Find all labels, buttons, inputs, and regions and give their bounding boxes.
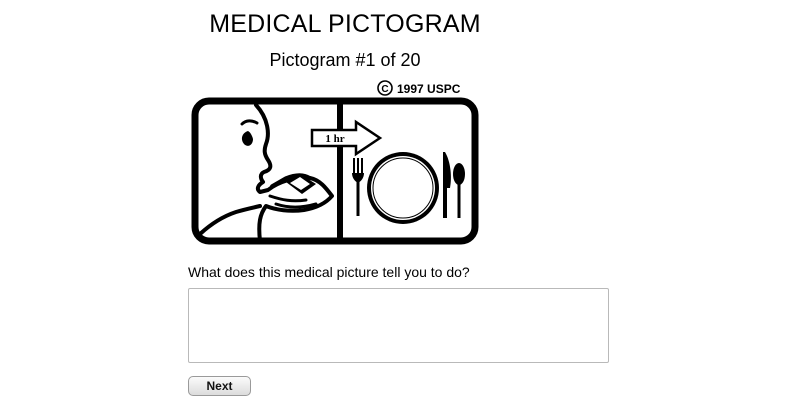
- pictogram-image: C 1997 USPC 1 hr: [191, 80, 479, 245]
- copyright-text: 1997 USPC: [397, 82, 461, 96]
- meal-place-setting-icon: [352, 152, 465, 224]
- pictogram-figure: C 1997 USPC 1 hr: [186, 78, 482, 248]
- fork-icon: [352, 158, 364, 216]
- pictogram-counter: Pictogram #1 of 20: [269, 50, 421, 70]
- time-arrow-icon: 1 hr: [310, 119, 383, 157]
- arrow-label: 1 hr: [325, 133, 344, 145]
- person-taking-pill-icon: [198, 103, 334, 243]
- answer-textarea[interactable]: [188, 288, 609, 363]
- plate-icon: [367, 152, 439, 224]
- spoon-icon: [453, 163, 465, 218]
- copyright-notice: C 1997 USPC: [377, 80, 461, 96]
- question-label: What does this medical picture tell you …: [188, 264, 470, 280]
- knife-icon: [443, 152, 451, 218]
- copyright-symbol: C: [381, 84, 388, 95]
- page-title: MEDICAL PICTOGRAM: [209, 10, 481, 38]
- next-button[interactable]: Next: [188, 376, 251, 396]
